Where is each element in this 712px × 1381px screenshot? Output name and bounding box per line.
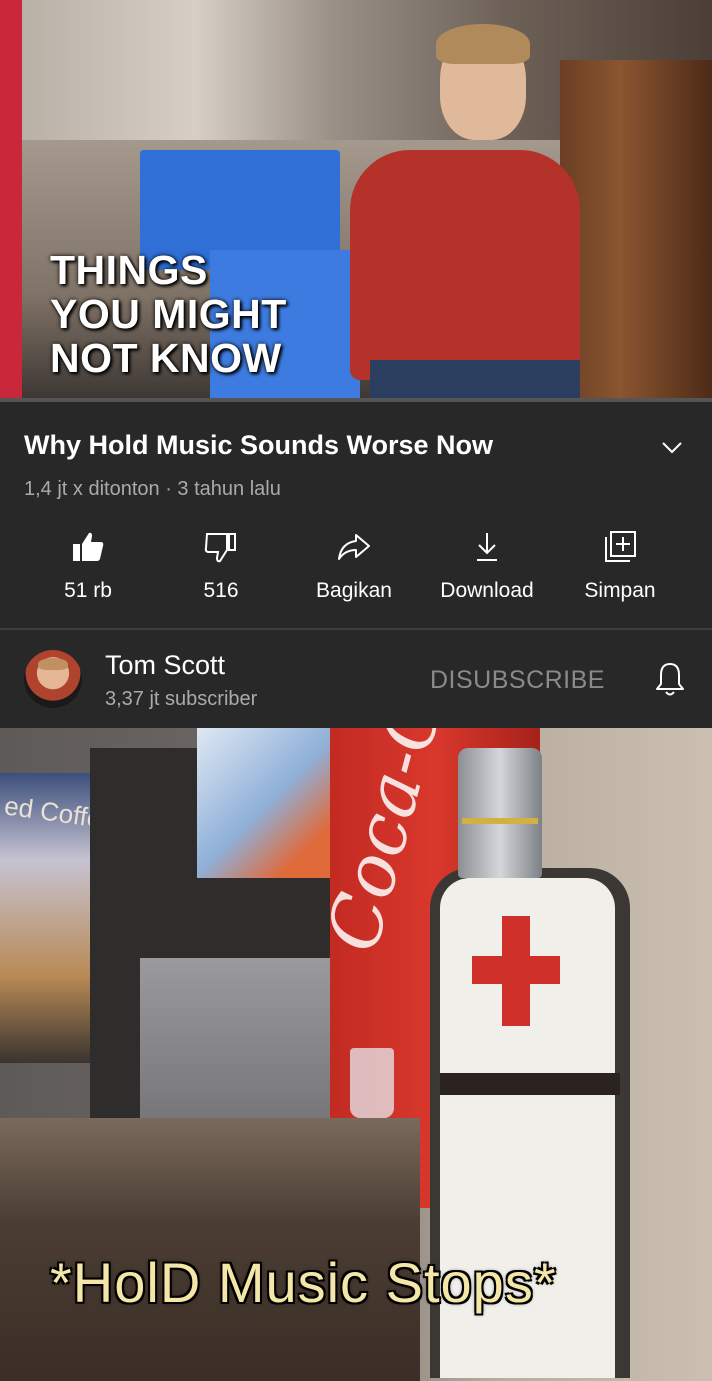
chevron-down-icon[interactable] (660, 436, 684, 460)
channel-name[interactable]: Tom Scott (105, 650, 225, 681)
video-player[interactable]: THINGS YOU MIGHT NOT KNOW (0, 0, 712, 402)
video-progress-bar[interactable] (0, 398, 712, 402)
video-title: Why Hold Music Sounds Worse Now (24, 430, 494, 460)
thumbs-up-icon (73, 532, 104, 561)
share-button[interactable]: Bagikan (287, 525, 421, 611)
avatar[interactable] (24, 650, 82, 708)
bell-icon[interactable] (652, 660, 688, 698)
knight-helmet (458, 748, 542, 878)
overlay-line-3: NOT KNOW (50, 335, 282, 381)
save-button[interactable]: Simpan (553, 525, 687, 611)
unsubscribe-button[interactable]: DISUBSCRIBE (430, 666, 605, 695)
machine-screen (197, 728, 337, 878)
meme-caption: *HolD Music Stops* (50, 1251, 557, 1314)
telephone-switchboard (560, 60, 712, 400)
meme-image: ed Coffee Coca-Cola *HolD Music Stops* (0, 728, 712, 1381)
download-button[interactable]: Download (420, 525, 554, 611)
presenter-hair (436, 24, 530, 64)
red-cross-horizontal (472, 956, 560, 984)
presenter-jeans (370, 360, 580, 402)
share-icon (338, 534, 370, 560)
presenter-shirt (350, 150, 580, 380)
dislike-count: 516 (203, 579, 239, 602)
action-bar: 51 rb 516 Bagikan Download Simpan (0, 525, 712, 615)
overlay-line-2: YOU MIGHT (50, 291, 287, 337)
knight-belt (440, 1073, 620, 1095)
download-icon (477, 533, 497, 561)
save-label: Simpan (584, 579, 656, 602)
save-playlist-icon (605, 531, 636, 562)
subscriber-count: 3,37 jt subscriber (105, 688, 258, 710)
video-title-row[interactable]: Why Hold Music Sounds Worse Now (24, 426, 688, 466)
red-edge-bar (0, 0, 22, 400)
video-overlay-text: THINGS YOU MIGHT NOT KNOW (50, 248, 287, 380)
thumbs-down-icon (204, 533, 236, 563)
helmet-visor (462, 818, 538, 824)
overlay-line-1: THINGS (50, 247, 208, 293)
like-count: 51 rb (64, 579, 112, 602)
download-label: Download (440, 579, 534, 602)
avatar-hair (38, 658, 68, 670)
video-meta: 1,4 jt x ditonton · 3 tahun lalu (24, 478, 281, 500)
plastic-cup (350, 1048, 394, 1118)
share-label: Bagikan (316, 579, 392, 602)
like-button[interactable]: 51 rb (21, 525, 155, 611)
dislike-button[interactable]: 516 (154, 525, 288, 611)
channel-row: Tom Scott 3,37 jt subscriber DISUBSCRIBE (0, 630, 712, 728)
